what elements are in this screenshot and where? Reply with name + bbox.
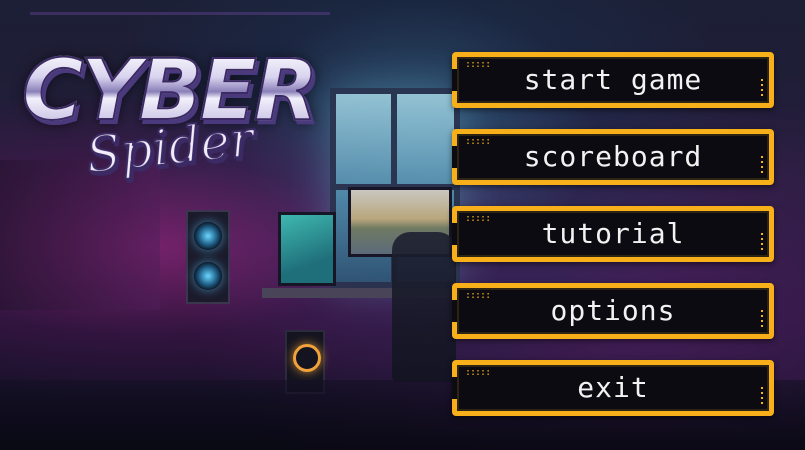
options-label: options xyxy=(550,294,676,327)
tutorial-button[interactable]: ::::: tutorial xyxy=(452,206,774,262)
corner-dots-decoration xyxy=(761,156,763,174)
logo-title-spider: Spider xyxy=(82,108,257,185)
side-monitor xyxy=(278,212,336,286)
options-button[interactable]: ::::: options xyxy=(452,283,774,339)
scoreboard-label: scoreboard xyxy=(523,140,703,173)
game-logo: CYBER Spider xyxy=(14,47,344,218)
scoreboard-button[interactable]: ::::: scoreboard xyxy=(452,129,774,185)
start-game-button[interactable]: ::::: start game xyxy=(452,52,774,108)
corner-dots-decoration: ::::: xyxy=(465,213,491,224)
exit-label: exit xyxy=(577,371,649,404)
gaming-chair xyxy=(392,232,456,382)
speaker xyxy=(186,210,230,304)
corner-dots-decoration: ::::: xyxy=(465,136,491,147)
corner-dots-decoration xyxy=(761,310,763,328)
tutorial-label: tutorial xyxy=(541,217,685,250)
corner-dots-decoration xyxy=(761,233,763,251)
corner-dots-decoration: ::::: xyxy=(465,367,491,378)
speaker-cone-top xyxy=(194,222,222,250)
ceiling-pipe xyxy=(30,12,330,15)
corner-dots-decoration: ::::: xyxy=(465,290,491,301)
corner-dots-decoration xyxy=(761,387,763,405)
speaker-cone-bottom xyxy=(194,262,222,290)
subwoofer-ring xyxy=(293,344,321,372)
corner-dots-decoration: ::::: xyxy=(465,59,491,70)
exit-button[interactable]: ::::: exit xyxy=(452,360,774,416)
start-game-label: start game xyxy=(523,63,703,96)
corner-dots-decoration xyxy=(761,79,763,97)
